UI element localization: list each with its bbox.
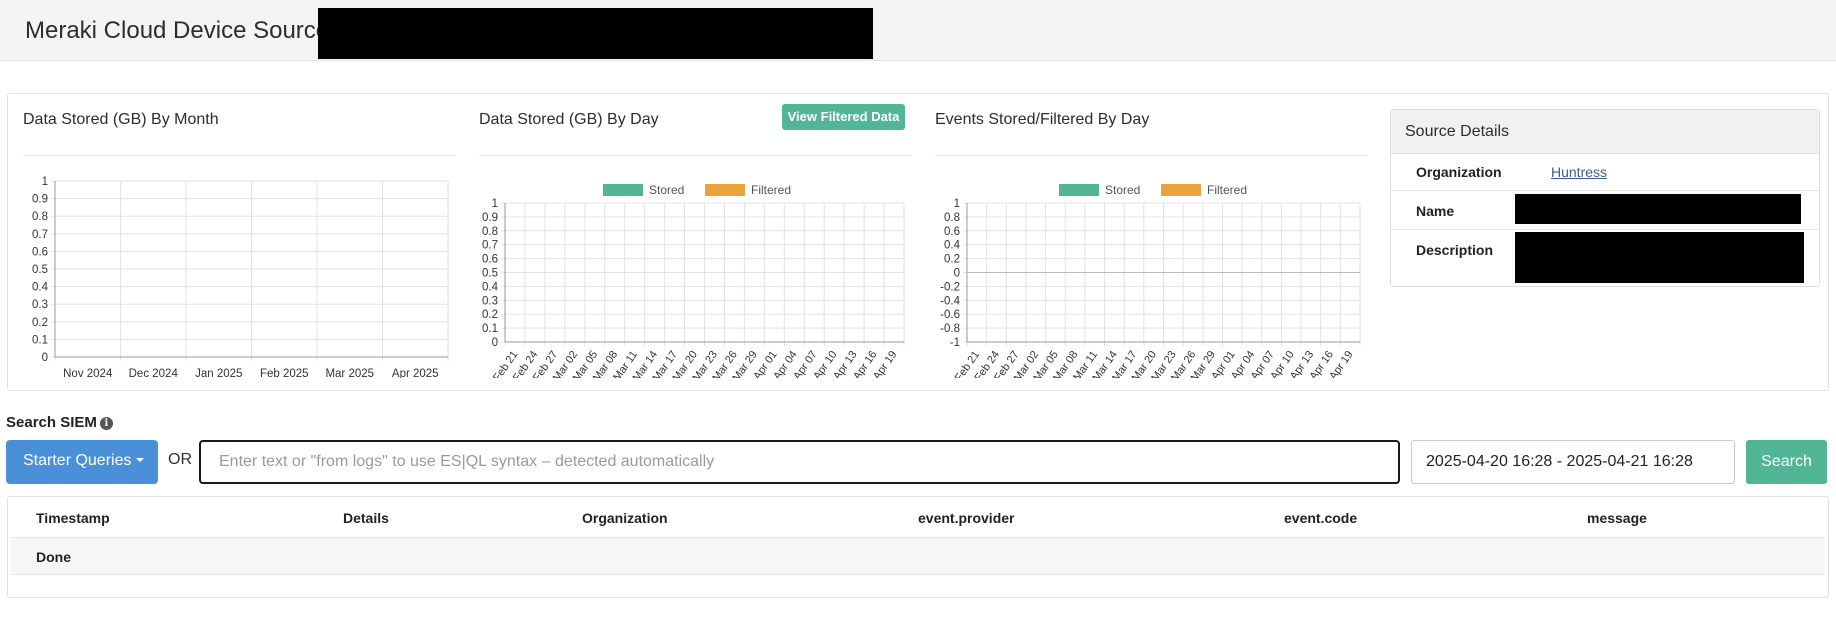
y-tick-label: -0.4: [940, 295, 960, 307]
y-tick-label: -0.2: [940, 281, 960, 293]
y-tick-label: 0.2: [482, 309, 498, 321]
chart-divider: [23, 155, 456, 156]
y-tick-label: 1: [42, 176, 48, 188]
y-tick-label: 0.7: [32, 229, 48, 241]
y-tick-label: 0.9: [32, 194, 48, 206]
y-tick-label: 0.2: [944, 254, 960, 266]
y-tick-label: -1: [950, 337, 960, 349]
page-header: Meraki Cloud Device Source:: [0, 0, 1836, 61]
source-details-title: Source Details: [1391, 110, 1819, 154]
y-tick-label: 0.6: [944, 226, 960, 238]
events-chart: Events Stored/Filtered By Day Stored Filt…: [935, 111, 1368, 381]
daily-chart: Data Stored (GB) By Day View Filtered Da…: [479, 104, 912, 381]
legend-label-filtered: Filtered: [1207, 183, 1247, 197]
redacted-description-value: [1515, 232, 1804, 283]
chart-divider: [479, 155, 912, 156]
y-tick-label: 0: [492, 337, 498, 349]
search-button[interactable]: Search: [1746, 440, 1827, 484]
y-tick-label: 0.4: [944, 240, 961, 252]
redacted-name-value: [1515, 194, 1801, 224]
date-range-input[interactable]: [1411, 440, 1735, 484]
y-tick-label: 1: [954, 198, 960, 210]
page-title: Meraki Cloud Device Source:: [25, 17, 336, 44]
legend-label-stored: Stored: [649, 183, 684, 197]
legend-swatch-filtered: [1161, 184, 1201, 196]
y-tick-label: 0.2: [32, 317, 48, 329]
daily-chart-plot: Stored Filtered 1 0.9 0.8 0.7 0.6 0.50.4 0.3 0.2 0…: [482, 183, 905, 378]
search-siem-text: Search SIEM: [6, 414, 97, 431]
y-tick-label: -0.8: [940, 323, 960, 335]
legend-swatch-filtered: [705, 184, 745, 196]
status-text: Done: [36, 549, 71, 565]
events-chart-plot: Stored Filtered 1 0.8 0.6 0.4 0.2 0-0.2 -0.4 -0.6…: [940, 183, 1361, 378]
column-header-event-code[interactable]: event.code: [1284, 510, 1357, 526]
starter-queries-label: Starter Queries: [23, 452, 132, 469]
y-tick-label: 0.5: [482, 268, 498, 280]
description-row: Description: [1391, 230, 1819, 286]
caret-down-icon: [136, 458, 145, 462]
y-tick-label: 0.8: [944, 212, 960, 224]
name-row: Name: [1391, 191, 1819, 230]
y-tick-label: 1: [492, 198, 498, 210]
y-tick-label: 0.8: [482, 226, 498, 238]
x-tick-label: Jan 2025: [195, 368, 242, 378]
organization-label: Organization: [1416, 164, 1502, 180]
y-tick-label: 0.3: [32, 299, 48, 311]
legend-label-filtered: Filtered: [751, 183, 791, 197]
y-tick-label: 0: [954, 268, 960, 280]
query-input[interactable]: [199, 440, 1400, 484]
or-label: OR: [168, 451, 192, 468]
y-tick-label: 0.5: [32, 264, 48, 276]
daily-chart-title: Data Stored (GB) By Day: [479, 111, 659, 128]
column-header-details[interactable]: Details: [343, 510, 389, 526]
y-tick-label: 0.6: [482, 254, 498, 266]
y-tick-label: 0.6: [32, 246, 48, 258]
search-siem-label: Search SIEM i: [6, 414, 113, 431]
y-tick-label: 0.9: [482, 212, 498, 224]
description-label: Description: [1416, 242, 1494, 258]
x-tick-label: Dec 2024: [129, 368, 179, 378]
info-circle-icon[interactable]: i: [99, 417, 113, 430]
starter-queries-button[interactable]: Starter Queries: [6, 440, 158, 484]
events-chart-title: Events Stored/Filtered By Day: [935, 111, 1150, 128]
results-table: Timestamp Details Organization event.pro…: [7, 496, 1829, 598]
x-tick-label: Nov 2024: [63, 368, 113, 378]
y-tick-label: 0.1: [32, 334, 48, 346]
chart-divider: [935, 155, 1368, 156]
legend-swatch-stored: [603, 184, 643, 196]
organization-link[interactable]: Huntress: [1551, 164, 1607, 180]
y-tick-label: 0.3: [482, 295, 498, 307]
monthly-chart-plot: 1 0.9 0.8 0.7 0.6 0.5 0.4 0.3 0.2 0.1 0 Nov 2024 Dec…: [32, 176, 449, 378]
column-header-organization[interactable]: Organization: [582, 510, 668, 526]
y-tick-label: -0.6: [940, 309, 960, 321]
y-tick-label: 0.1: [482, 323, 498, 335]
monthly-chart-title: Data Stored (GB) By Month: [23, 111, 219, 128]
column-header-event-provider[interactable]: event.provider: [918, 510, 1014, 526]
status-row: Done: [11, 537, 1825, 575]
y-tick-label: 0: [42, 352, 48, 364]
monthly-chart: Data Stored (GB) By Month 1 0.9 0.8 0.7 0.6 0…: [23, 111, 456, 381]
source-details-card: Source Details Organization Huntress Nam…: [1390, 109, 1820, 287]
x-tick-label: Feb 2025: [260, 368, 309, 378]
legend-swatch-stored: [1059, 184, 1099, 196]
column-header-message[interactable]: message: [1587, 510, 1647, 526]
y-tick-label: 0.4: [32, 282, 49, 294]
name-label: Name: [1416, 203, 1455, 219]
y-tick-label: 0.8: [32, 211, 48, 223]
y-tick-label: 0.4: [482, 281, 499, 293]
view-filtered-data-button[interactable]: View Filtered Data: [782, 104, 905, 130]
x-tick-label: Mar 2025: [325, 368, 374, 378]
redacted-source-name: [318, 8, 873, 59]
y-tick-label: 0.7: [482, 240, 498, 252]
x-tick-label: Apr 2025: [392, 368, 439, 378]
column-header-timestamp[interactable]: Timestamp: [36, 510, 110, 526]
organization-row: Organization Huntress: [1391, 154, 1819, 191]
legend-label-stored: Stored: [1105, 183, 1140, 197]
